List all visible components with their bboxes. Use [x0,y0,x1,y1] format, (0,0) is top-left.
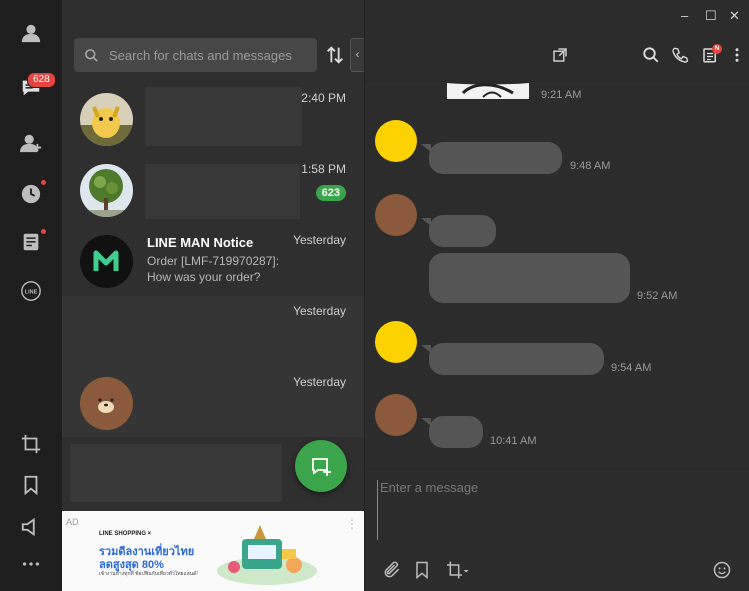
message-time: 9:52 AM [637,290,678,302]
smiley-icon [713,561,731,579]
external-window-icon [553,48,567,62]
clock-icon [21,184,41,204]
avatar [80,377,133,430]
sender-avatar [375,321,417,363]
ad-menu-icon[interactable]: ⋮ [346,517,358,531]
chat-list-panel: ‹ 2:40 PM 1:58 PM 623 LINE MAN Notice Or… [62,0,364,591]
chat-row[interactable]: 2:40 PM [62,83,364,154]
hidden-chat-name [145,164,300,219]
message-time: 9:48 AM [570,160,611,172]
chat-time: 1:58 PM [301,162,346,176]
search-icon [85,48,98,62]
svg-text:LINE: LINE [25,289,38,295]
chat-row-selected[interactable]: Yesterday [62,296,364,367]
chat-time: Yesterday [293,304,346,318]
keep-save-button[interactable] [412,560,432,580]
ad-label: AD [66,517,79,527]
announcements-button[interactable] [16,512,46,542]
crop-icon [21,434,41,454]
chat-time: 2:40 PM [301,91,346,105]
search-box[interactable] [74,38,317,72]
search-input[interactable] [109,47,309,63]
bookmark-icon [24,475,38,496]
call-button[interactable] [671,46,691,66]
notes-new-badge: N [712,44,722,54]
message-list[interactable]: 9:21 AM 9:48 AM 9:52 AM 9:54 AM 10:41 AM [365,83,749,469]
ad-banner[interactable]: AD LINE SHOPPING × รวมดีลงานเที่ยวไทย ลด… [62,511,364,591]
conversation-header: – ☐ ✕ N [365,0,749,82]
paperclip-icon [384,561,400,578]
new-chat-button[interactable] [295,440,347,492]
collapse-list-button[interactable]: ‹ [350,38,364,72]
composer [365,469,749,591]
nav-rail: 628 LINE [0,0,62,591]
chevron-left-icon: ‹ [355,49,360,61]
line-app-window: 628 LINE Search for chats and messages ‹… [0,0,749,591]
sort-button[interactable] [324,44,346,66]
line-logo-icon: LINE [21,281,41,301]
maximize-button[interactable]: ☐ [705,8,717,24]
chats-unread-badge: 628 [27,72,56,88]
chat-name: LINE MAN Notice [147,235,254,250]
new-chat-icon [312,458,331,476]
message-bubble[interactable] [429,416,483,448]
bookmark-icon [416,561,428,580]
search-chat-button[interactable] [642,46,662,66]
sender-avatar [375,394,417,436]
avatar [80,164,133,217]
screenshot-dropdown-button[interactable] [443,560,471,580]
hidden-chat-preview [70,444,282,502]
sticker-image [447,83,529,99]
keep-button[interactable] [16,470,46,500]
add-person-icon [20,134,42,153]
avatar [80,235,133,288]
message-time: 10:41 AM [490,435,537,447]
friends-button[interactable] [16,18,46,48]
line-services-button[interactable]: LINE [16,276,46,306]
ad-illustration [217,525,317,585]
more-dots-icon [22,562,40,566]
phone-icon [672,47,689,63]
chat-row[interactable]: 1:58 PM 623 [62,154,364,225]
minimize-button[interactable]: – [681,8,688,23]
message-bubble[interactable] [429,142,562,174]
avatar [80,93,133,146]
crop-icon [447,561,469,579]
attach-file-button[interactable] [382,560,402,580]
emoji-button[interactable] [712,560,732,580]
person-icon [21,24,41,43]
chat-row[interactable]: Yesterday [62,367,364,437]
message-bubble[interactable] [429,253,630,303]
ad-subtext: เข้างานห้างทุกที่ ช้อปฟินกับเที่ยวทั่วไท… [99,571,198,577]
more-button[interactable] [16,549,46,579]
sender-avatar [375,120,417,162]
notes-new-dot [41,229,46,234]
conversation-panel: – ☐ ✕ N 9:21 AM 9:48 AM 9:52 AM 9:54 AM … [364,0,749,591]
chat-row[interactable]: LINE MAN Notice Order [LMF-719970287]: H… [62,225,364,296]
note-icon [23,233,39,251]
message-input[interactable] [377,480,737,540]
chat-preview: Order [LMF-719970287]: How was your orde… [147,254,280,284]
screenshot-button[interactable] [16,429,46,459]
chat-time: Yesterday [293,375,346,389]
add-friend-button[interactable] [16,128,46,158]
speaker-icon [21,517,35,537]
ad-brand: LINE SHOPPING × [99,531,152,537]
close-button[interactable]: ✕ [729,8,740,24]
more-vertical-icon [735,48,739,62]
message-time: 9:21 AM [541,89,582,101]
hidden-chat-name [145,87,302,146]
open-window-button[interactable] [551,46,571,66]
unread-count-badge: 623 [315,185,346,201]
search-icon [643,47,659,63]
sort-arrows-icon [327,46,343,64]
message-bubble[interactable] [429,215,496,247]
history-new-dot [41,180,46,185]
chat-menu-button[interactable] [728,46,748,66]
sender-avatar [375,194,417,236]
message-time: 9:54 AM [611,362,652,374]
chat-time: Yesterday [293,233,346,247]
message-bubble[interactable] [429,343,604,375]
